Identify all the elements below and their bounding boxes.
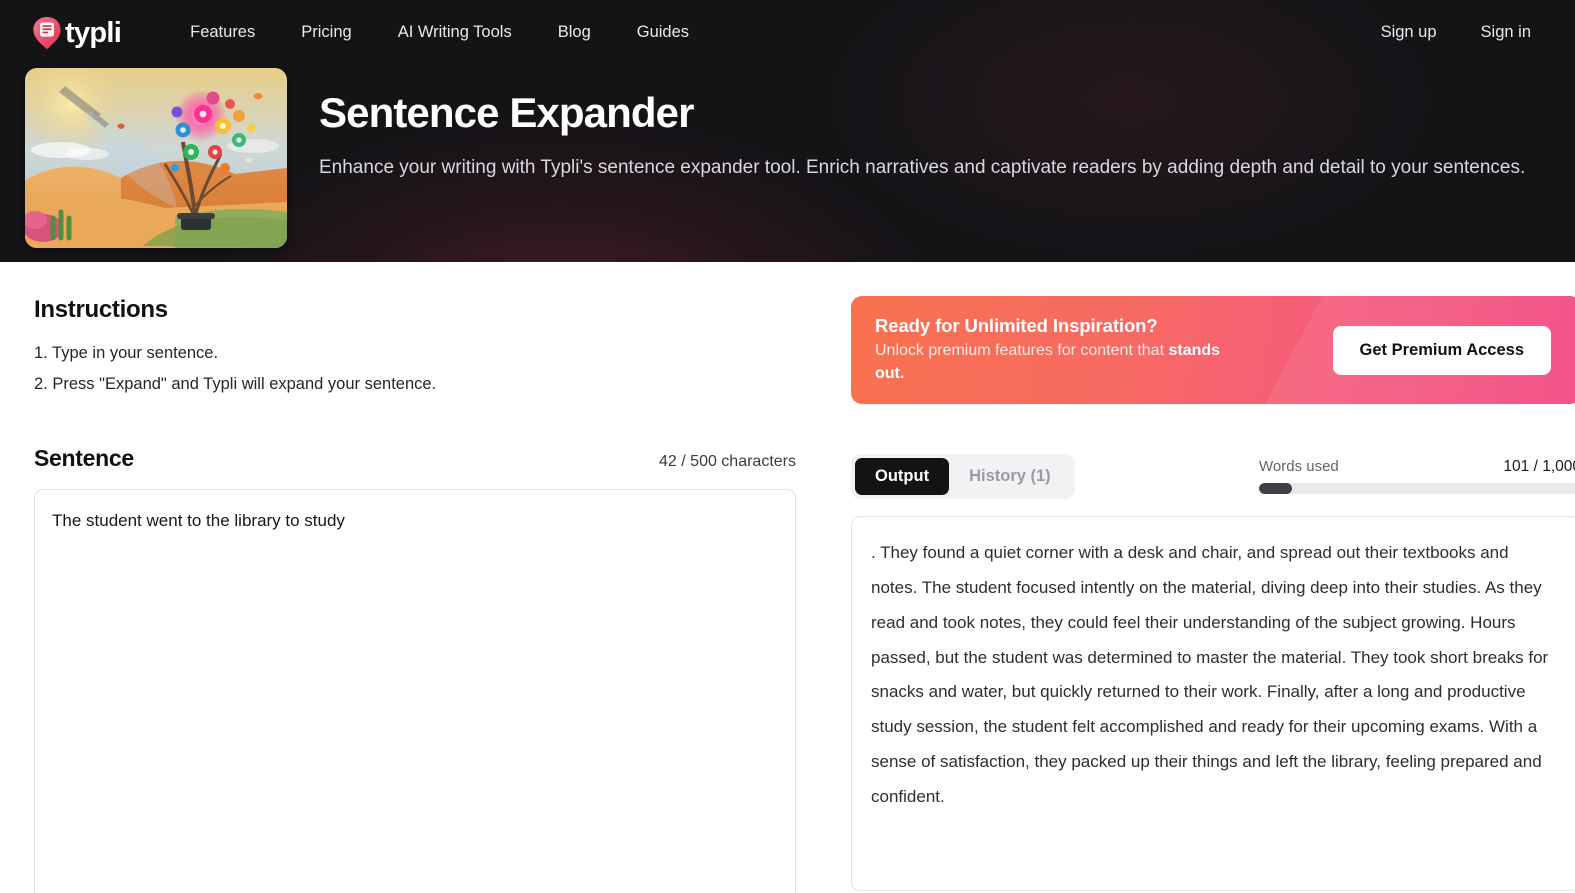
sentence-input[interactable] <box>34 489 796 893</box>
promo-text-block: Ready for Unlimited Inspiration? Unlock … <box>875 315 1333 384</box>
words-used-progress-fill <box>1259 482 1292 494</box>
promo-heading: Ready for Unlimited Inspiration? <box>875 315 1158 337</box>
right-column: Ready for Unlimited Inspiration? Unlock … <box>851 296 1575 893</box>
hero-body: Sentence Expander Enhance your writing w… <box>0 64 1575 248</box>
get-premium-access-button[interactable]: Get Premium Access <box>1332 325 1551 375</box>
nav-link-guides[interactable]: Guides <box>614 15 712 50</box>
promo-body: Unlock premium features for content that… <box>875 340 1225 384</box>
nav-link-blog[interactable]: Blog <box>535 15 614 50</box>
character-counter: 42 / 500 characters <box>659 453 796 471</box>
output-tab-group: Output History (1) <box>851 454 1075 499</box>
premium-promo-banner: Ready for Unlimited Inspiration? Unlock … <box>851 296 1575 404</box>
words-used-progress-track[interactable] <box>1259 482 1575 494</box>
sentence-header: Sentence 42 / 500 characters <box>34 445 796 472</box>
hero-section: typli Features Pricing AI Writing Tools … <box>0 0 1575 262</box>
sign-up-link[interactable]: Sign up <box>1367 15 1451 50</box>
tab-output[interactable]: Output <box>855 458 950 495</box>
instructions-step-2: 2. Press "Expand" and Typli will expand … <box>34 374 437 393</box>
brand-name: typli <box>65 16 122 49</box>
nav-link-ai-writing-tools[interactable]: AI Writing Tools <box>375 15 535 50</box>
tab-history[interactable]: History (1) <box>949 458 1071 495</box>
page-subtitle: Enhance your writing with Typli's senten… <box>319 157 1526 179</box>
nav-auth-group: Sign up Sign in <box>1367 15 1545 50</box>
main-content: Instructions 1. Type in your sentence. 2… <box>0 262 1575 893</box>
nav-links: Features Pricing AI Writing Tools Blog G… <box>167 15 712 50</box>
brand-logo-link[interactable]: typli <box>32 16 122 49</box>
words-used-meter: Words used 101 / 1,000 <box>1259 458 1575 496</box>
nav-link-features[interactable]: Features <box>167 15 278 50</box>
nav-link-pricing[interactable]: Pricing <box>278 15 374 50</box>
top-navigation-bar: typli Features Pricing AI Writing Tools … <box>0 0 1575 64</box>
page-title: Sentence Expander <box>319 89 694 136</box>
left-column: Instructions 1. Type in your sentence. 2… <box>34 296 796 893</box>
hero-text-block: Sentence Expander Enhance your writing w… <box>319 68 1534 248</box>
typli-pin-logo-icon <box>32 16 62 49</box>
instructions-step-1: 1. Type in your sentence. <box>34 344 219 362</box>
promo-body-normal: Unlock premium features for content that <box>875 342 1169 360</box>
words-used-value: 101 / 1,000 <box>1503 457 1575 475</box>
instructions-title: Instructions <box>34 296 168 323</box>
words-used-label: Words used <box>1259 457 1339 475</box>
sign-in-link[interactable]: Sign in <box>1467 15 1545 50</box>
sentence-label: Sentence <box>34 445 134 472</box>
output-header: Output History (1) Words used 101 / 1,00… <box>851 454 1575 499</box>
words-used-row: Words used 101 / 1,000 <box>1259 458 1575 476</box>
output-text-panel[interactable]: . They found a quiet corner with a desk … <box>851 516 1575 891</box>
hero-thumbnail-image <box>25 68 287 248</box>
